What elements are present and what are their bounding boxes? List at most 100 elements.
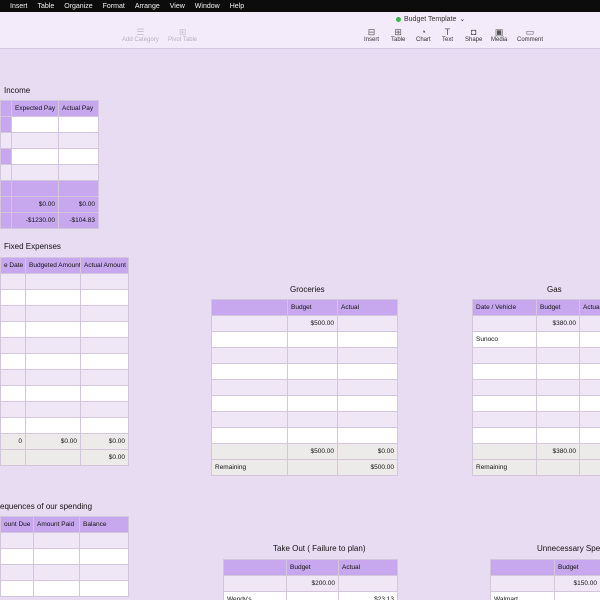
- cell[interactable]: [0, 532, 34, 549]
- cell[interactable]: [80, 321, 129, 338]
- gas-header-date[interactable]: Date / Vehicle: [472, 299, 537, 316]
- cell[interactable]: [536, 411, 580, 428]
- cell[interactable]: [579, 347, 600, 364]
- cell[interactable]: [0, 548, 34, 565]
- menu-format[interactable]: Format: [103, 3, 125, 10]
- cell[interactable]: [536, 427, 580, 444]
- cell[interactable]: [287, 411, 338, 428]
- cell[interactable]: [33, 532, 80, 549]
- cell[interactable]: [0, 417, 26, 434]
- gas-remaining-label[interactable]: Remaining: [472, 459, 537, 476]
- cell[interactable]: [211, 331, 288, 348]
- cell[interactable]: [33, 564, 80, 581]
- cell[interactable]: [0, 369, 26, 386]
- cell[interactable]: [337, 395, 398, 412]
- cell[interactable]: [338, 575, 398, 592]
- cell[interactable]: [25, 337, 81, 354]
- cell[interactable]: [25, 353, 81, 370]
- cell[interactable]: [286, 591, 339, 600]
- document-title[interactable]: Budget Template ⌄: [396, 15, 465, 23]
- cell[interactable]: [287, 459, 338, 476]
- cell[interactable]: [472, 411, 537, 428]
- takeout-actual-value[interactable]: $23.13: [338, 591, 398, 600]
- text-button[interactable]: T Text: [442, 27, 453, 43]
- income-total-actual[interactable]: $0.00: [58, 196, 99, 213]
- cell[interactable]: [211, 347, 288, 364]
- cell[interactable]: [536, 347, 580, 364]
- cell[interactable]: [472, 347, 537, 364]
- cell[interactable]: [0, 321, 26, 338]
- cell[interactable]: [0, 337, 26, 354]
- pivot-table-button[interactable]: ⊞ Pivot Table: [168, 27, 197, 43]
- unnecessary-header-budget[interactable]: Budget: [554, 559, 600, 576]
- cell[interactable]: [80, 273, 129, 290]
- cell[interactable]: [472, 379, 537, 396]
- income-difference-actual[interactable]: -$104.83: [58, 212, 99, 229]
- gas-budget-value[interactable]: $380.00: [536, 315, 580, 332]
- cell[interactable]: [58, 180, 99, 197]
- cell[interactable]: [58, 116, 99, 133]
- cell[interactable]: [536, 331, 580, 348]
- consequences-header-paid[interactable]: Amount Paid: [33, 516, 80, 533]
- cell[interactable]: [579, 315, 600, 332]
- cell[interactable]: [287, 363, 338, 380]
- cell[interactable]: [25, 273, 81, 290]
- cell[interactable]: [211, 395, 288, 412]
- cell[interactable]: [472, 315, 537, 332]
- cell[interactable]: [0, 564, 34, 581]
- fixed-total-actual[interactable]: $0.00: [80, 433, 129, 450]
- unnecessary-row-label[interactable]: Walmart: [490, 591, 555, 600]
- cell[interactable]: [0, 449, 26, 466]
- income-difference-expected[interactable]: -$1230.00: [11, 212, 59, 229]
- cell[interactable]: [211, 379, 288, 396]
- cell[interactable]: [80, 353, 129, 370]
- cell[interactable]: [33, 580, 80, 597]
- cell[interactable]: [287, 379, 338, 396]
- income-header-actual[interactable]: Actual Pay: [58, 100, 99, 117]
- cell[interactable]: [490, 575, 555, 592]
- cell[interactable]: [579, 443, 600, 460]
- cell[interactable]: [11, 148, 59, 165]
- media-button[interactable]: ▣ Media: [491, 27, 507, 43]
- groceries-remaining-value[interactable]: $500.00: [337, 459, 398, 476]
- takeout-header-actual[interactable]: Actual: [338, 559, 398, 576]
- cell[interactable]: [337, 379, 398, 396]
- cell[interactable]: [211, 315, 288, 332]
- income-total-expected[interactable]: $0.00: [11, 196, 59, 213]
- cell[interactable]: [211, 443, 288, 460]
- cell[interactable]: [79, 564, 129, 581]
- gas-table[interactable]: Date / Vehicle Budget Actual $380.00 Sun…: [472, 299, 600, 476]
- cell[interactable]: [80, 385, 129, 402]
- cell[interactable]: [211, 363, 288, 380]
- cell[interactable]: [25, 369, 81, 386]
- consequences-header-due[interactable]: ount Due: [0, 516, 34, 533]
- groceries-header-budget[interactable]: Budget: [287, 299, 338, 316]
- cell[interactable]: [579, 427, 600, 444]
- cell[interactable]: [536, 395, 580, 412]
- cell[interactable]: [58, 132, 99, 149]
- income-table[interactable]: Expected Pay Actual Pay $0.00 $0.00 -$12…: [0, 100, 99, 229]
- cell[interactable]: [0, 580, 34, 597]
- cell[interactable]: [337, 363, 398, 380]
- gas-total-budget[interactable]: $380.00: [536, 443, 580, 460]
- cell[interactable]: [25, 401, 81, 418]
- groceries-budget-value[interactable]: $500.00: [287, 315, 338, 332]
- unnecessary-table[interactable]: Budget $150.00 Walmart: [490, 559, 600, 600]
- cell[interactable]: [58, 164, 99, 181]
- cell[interactable]: [80, 337, 129, 354]
- cell[interactable]: [579, 379, 600, 396]
- takeout-row-label[interactable]: Wendy's: [223, 591, 287, 600]
- cell[interactable]: [579, 459, 600, 476]
- menu-arrange[interactable]: Arrange: [135, 3, 160, 10]
- cell[interactable]: [11, 116, 59, 133]
- consequences-table[interactable]: ount Due Amount Paid Balance: [0, 516, 129, 597]
- takeout-budget-value[interactable]: $200.00: [286, 575, 339, 592]
- fixed-header-actual[interactable]: Actual Amount: [80, 257, 129, 274]
- cell[interactable]: [25, 321, 81, 338]
- cell[interactable]: [223, 575, 287, 592]
- shape-button[interactable]: ◘ Shape: [465, 27, 482, 43]
- cell[interactable]: [79, 548, 129, 565]
- gas-header-budget[interactable]: Budget: [536, 299, 580, 316]
- cell[interactable]: [80, 289, 129, 306]
- fixed-header-budgeted[interactable]: Budgeted Amount: [25, 257, 81, 274]
